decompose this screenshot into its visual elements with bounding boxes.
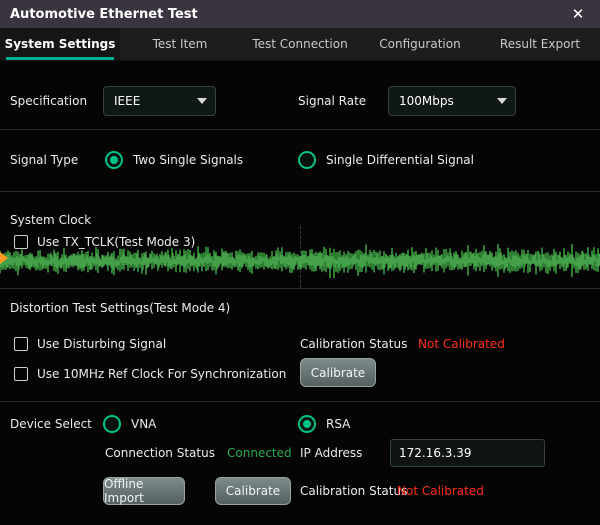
divider xyxy=(0,401,600,402)
checkbox-icon xyxy=(14,367,28,381)
tab-label: System Settings xyxy=(5,37,116,51)
divider xyxy=(0,191,600,192)
automotive-ethernet-test-dialog: Automotive Ethernet Test ✕ System Settin… xyxy=(0,0,600,525)
use-10mhz-ref-clock-checkbox[interactable]: Use 10MHz Ref Clock For Synchronization xyxy=(14,364,286,384)
window-title: Automotive Ethernet Test xyxy=(10,7,198,22)
tab-result-export[interactable]: Result Export xyxy=(480,28,600,60)
calibration-status-label: Calibration Status xyxy=(300,481,407,501)
radio-label: RSA xyxy=(326,417,350,431)
signal-rate-label: Signal Rate xyxy=(298,86,366,116)
distortion-settings-title: Distortion Test Settings(Test Mode 4) xyxy=(10,296,230,320)
signal-rate-value: 100Mbps xyxy=(399,94,454,108)
tab-test-connection[interactable]: Test Connection xyxy=(240,28,360,60)
connection-status-label: Connection Status xyxy=(105,439,215,467)
close-icon: ✕ xyxy=(572,5,585,23)
radio-icon xyxy=(103,415,121,433)
system-settings-panel: Specification IEEE Signal Rate 100Mbps S… xyxy=(0,61,600,525)
title-bar: Automotive Ethernet Test ✕ xyxy=(0,0,600,28)
specification-value: IEEE xyxy=(114,94,140,108)
calibration-status-value: Not Calibrated xyxy=(418,334,505,354)
calibration-status-label: Calibration Status xyxy=(300,334,407,354)
use-tx-tclk-checkbox[interactable]: Use TX_TCLK(Test Mode 3) xyxy=(14,232,195,252)
tab-label: Result Export xyxy=(500,37,580,51)
button-label: Offline Import xyxy=(104,477,184,505)
close-button[interactable]: ✕ xyxy=(566,2,590,26)
chevron-down-icon xyxy=(197,98,207,104)
tab-label: Test Item xyxy=(153,37,208,51)
ip-address-label: IP Address xyxy=(300,439,362,467)
checkbox-label: Use TX_TCLK(Test Mode 3) xyxy=(37,235,195,249)
specification-label: Specification xyxy=(10,86,87,116)
divider xyxy=(0,288,600,289)
tab-test-item[interactable]: Test Item xyxy=(120,28,240,60)
tab-bar: System Settings Test Item Test Connectio… xyxy=(0,28,600,61)
calibrate-button[interactable]: Calibrate xyxy=(215,477,291,505)
ip-address-input[interactable] xyxy=(390,439,545,467)
divider xyxy=(0,129,600,130)
radio-rsa[interactable]: RSA xyxy=(298,410,350,438)
calibrate-button[interactable]: Calibrate xyxy=(300,358,376,387)
checkbox-label: Use Disturbing Signal xyxy=(37,337,166,351)
tab-label: Test Connection xyxy=(252,37,347,51)
offline-import-button[interactable]: Offline Import xyxy=(103,477,185,505)
radio-icon xyxy=(298,415,316,433)
channel-marker-icon xyxy=(0,252,8,264)
radio-icon xyxy=(105,151,123,169)
button-label: Calibrate xyxy=(226,484,280,498)
tab-system-settings[interactable]: System Settings xyxy=(0,28,120,60)
radio-two-single-signals[interactable]: Two Single Signals xyxy=(105,146,243,174)
radio-label: Two Single Signals xyxy=(133,153,243,167)
connection-status-value: Connected xyxy=(227,439,292,467)
tab-label: Configuration xyxy=(379,37,460,51)
use-disturbing-signal-checkbox[interactable]: Use Disturbing Signal xyxy=(14,334,166,354)
specification-dropdown[interactable]: IEEE xyxy=(103,86,216,116)
chevron-down-icon xyxy=(497,98,507,104)
tab-configuration[interactable]: Configuration xyxy=(360,28,480,60)
trigger-position-line xyxy=(300,226,301,288)
checkbox-icon xyxy=(14,337,28,351)
checkbox-icon xyxy=(14,235,28,249)
radio-vna[interactable]: VNA xyxy=(103,410,156,438)
radio-icon xyxy=(298,151,316,169)
radio-label: Single Differential Signal xyxy=(326,153,474,167)
calibration-status-value: Not Calibrated xyxy=(397,481,484,501)
system-clock-label: System Clock xyxy=(10,206,91,234)
radio-label: VNA xyxy=(131,417,156,431)
button-label: Calibrate xyxy=(311,366,365,380)
checkbox-label: Use 10MHz Ref Clock For Synchronization xyxy=(37,367,286,381)
device-select-label: Device Select xyxy=(10,410,92,438)
signal-type-label: Signal Type xyxy=(10,146,78,174)
radio-single-differential-signal[interactable]: Single Differential Signal xyxy=(298,146,474,174)
signal-rate-dropdown[interactable]: 100Mbps xyxy=(388,86,516,116)
